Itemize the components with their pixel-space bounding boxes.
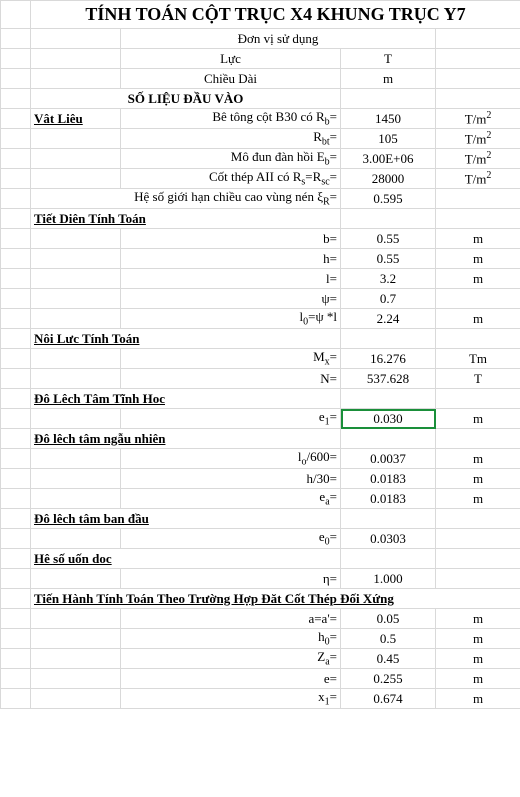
unit-header: Đơn vị sử dụng xyxy=(121,29,436,49)
mx-value[interactable]: 16.276 xyxy=(341,349,436,369)
section-forces: Nôi Lưc Tính Toán xyxy=(31,329,341,349)
x1-value[interactable]: 0.674 xyxy=(341,689,436,709)
rb-label: Bê tông cột B30 có Rb= xyxy=(121,109,341,129)
l-value[interactable]: 3.2 xyxy=(341,269,436,289)
eta-label: η= xyxy=(121,569,341,589)
section-e1: Đô Lêch Tâm Tĩnh Hoc xyxy=(31,389,341,409)
za-label: Za= xyxy=(121,649,341,669)
l0-label: l0=ψ *l xyxy=(121,309,341,329)
l0-value[interactable]: 2.24 xyxy=(341,309,436,329)
n-unit: T xyxy=(436,369,520,389)
e1-value[interactable]: 0.030 xyxy=(341,409,436,429)
e1-label: e1= xyxy=(121,409,341,429)
h30-value[interactable]: 0.0183 xyxy=(341,469,436,489)
section-e0: Đô lêch tâm ban đầu xyxy=(31,509,341,529)
steel-value[interactable]: 28000 xyxy=(341,169,436,189)
n-label: N= xyxy=(121,369,341,389)
b-value[interactable]: 0.55 xyxy=(341,229,436,249)
h-label: h= xyxy=(121,249,341,269)
ea-label: ea= xyxy=(121,489,341,509)
l-unit: m xyxy=(436,269,520,289)
h-value[interactable]: 0.55 xyxy=(341,249,436,269)
page-title: TÍNH TOÁN CỘT TRỤC X4 KHUNG TRỤC Y7 xyxy=(31,1,520,29)
h30-unit: m xyxy=(436,469,520,489)
section-eta: Hê số uốn doc xyxy=(31,549,341,569)
e1-unit: m xyxy=(436,409,520,429)
mx-label: Mx= xyxy=(121,349,341,369)
rb-unit: T/m2 xyxy=(436,109,520,129)
l0-unit: m xyxy=(436,309,520,329)
h0-label: h0= xyxy=(121,629,341,649)
lo600-value[interactable]: 0.0037 xyxy=(341,449,436,469)
eb-unit: T/m2 xyxy=(436,149,520,169)
section-ea: Đô lêch tâm ngẫu nhiên xyxy=(31,429,341,449)
rb-value[interactable]: 1450 xyxy=(341,109,436,129)
lo600-unit: m xyxy=(436,449,520,469)
eb-label: Mô đun đàn hồi Eb= xyxy=(121,149,341,169)
psi-label: ψ= xyxy=(121,289,341,309)
l-label: l= xyxy=(121,269,341,289)
e-value[interactable]: 0.255 xyxy=(341,669,436,689)
xi-label: Hệ số giới hạn chiều cao vùng nén ξR= xyxy=(31,189,341,209)
psi-value[interactable]: 0.7 xyxy=(341,289,436,309)
xi-value[interactable]: 0.595 xyxy=(341,189,436,209)
spreadsheet[interactable]: TÍNH TOÁN CỘT TRỤC X4 KHUNG TRỤC Y7 Đơn … xyxy=(0,0,520,709)
section-input: SỐ LIỆU ĐẦU VÀO xyxy=(31,89,341,109)
e-label: e= xyxy=(121,669,341,689)
x1-unit: m xyxy=(436,689,520,709)
steel-label: Cốt thép AII có Rs=Rsc= xyxy=(121,169,341,189)
section-calc: Tiến Hành Tính Toán Theo Trường Hợp Đăt … xyxy=(31,589,520,609)
eb-value[interactable]: 3.00E+06 xyxy=(341,149,436,169)
e0-label: e0= xyxy=(121,529,341,549)
za-unit: m xyxy=(436,649,520,669)
rbt-unit: T/m2 xyxy=(436,129,520,149)
section-cross-section: Tiết Diên Tính Toán xyxy=(31,209,341,229)
e-unit: m xyxy=(436,669,520,689)
h-unit: m xyxy=(436,249,520,269)
length-unit: m xyxy=(341,69,436,89)
rbt-label: Rbt= xyxy=(121,129,341,149)
rbt-value[interactable]: 105 xyxy=(341,129,436,149)
force-unit: T xyxy=(341,49,436,69)
h0-unit: m xyxy=(436,629,520,649)
material-label: Vât Liêu xyxy=(31,109,121,129)
force-label: Lực xyxy=(121,49,341,69)
za-value[interactable]: 0.45 xyxy=(341,649,436,669)
ea-value[interactable]: 0.0183 xyxy=(341,489,436,509)
ea-unit: m xyxy=(436,489,520,509)
e0-value[interactable]: 0.0303 xyxy=(341,529,436,549)
mx-unit: Tm xyxy=(436,349,520,369)
aa-value[interactable]: 0.05 xyxy=(341,609,436,629)
n-value[interactable]: 537.628 xyxy=(341,369,436,389)
aa-label: a=a'= xyxy=(121,609,341,629)
h0-value[interactable]: 0.5 xyxy=(341,629,436,649)
lo600-label: lo/600= xyxy=(121,449,341,469)
x1-label: x1= xyxy=(121,689,341,709)
b-unit: m xyxy=(436,229,520,249)
aa-unit: m xyxy=(436,609,520,629)
b-label: b= xyxy=(121,229,341,249)
steel-unit: T/m2 xyxy=(436,169,520,189)
length-label: Chiều Dài xyxy=(121,69,341,89)
eta-value[interactable]: 1.000 xyxy=(341,569,436,589)
h30-label: h/30= xyxy=(121,469,341,489)
